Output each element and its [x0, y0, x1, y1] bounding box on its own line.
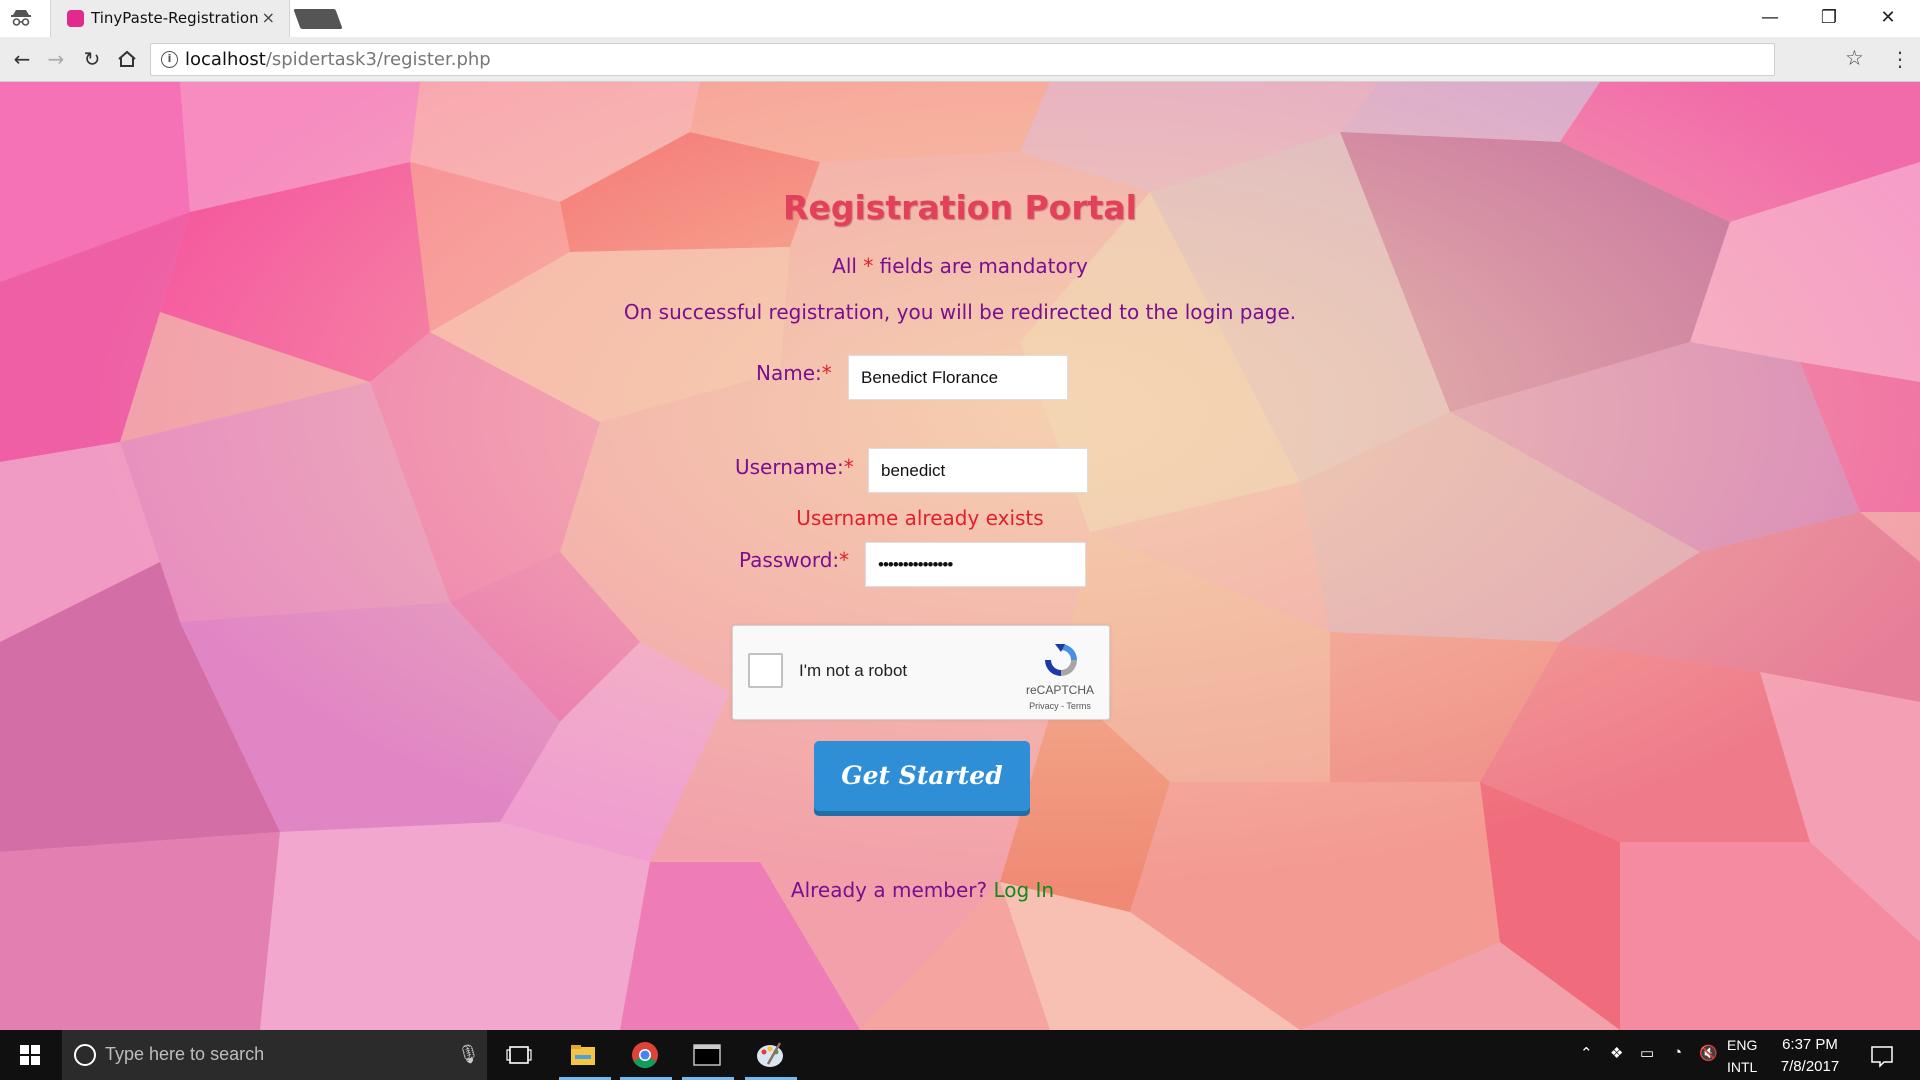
mandatory-star: * — [863, 254, 874, 278]
recaptcha-logo-icon — [1045, 644, 1077, 676]
url-path: /spidertask3/register.php — [265, 49, 491, 70]
reload-icon[interactable]: ↻ — [80, 47, 104, 71]
username-label-text: Username: — [735, 455, 844, 479]
recaptcha-privacy-terms[interactable]: Privacy - Terms — [1025, 701, 1095, 711]
name-label: Name:* — [756, 361, 832, 385]
bookmark-star-icon[interactable]: ☆ — [1845, 46, 1864, 70]
mandatory-note-suffix: fields are mandatory — [873, 254, 1088, 278]
recaptcha-widget: I'm not a robot reCAPTCHA Privacy - Term… — [732, 625, 1110, 720]
name-label-text: Name: — [756, 361, 822, 385]
username-label: Username:* — [735, 455, 854, 479]
get-started-button[interactable]: Get Started — [814, 741, 1030, 811]
recaptcha-checkbox[interactable] — [748, 653, 783, 688]
url-host: localhost — [185, 49, 266, 70]
password-required-marker: * — [839, 548, 850, 572]
site-favicon-icon — [67, 10, 84, 27]
browser-tab-bar: TinyPaste-Registration × — ❐ ✕ — [0, 0, 1920, 37]
recaptcha-brand: reCAPTCHA — [1025, 683, 1094, 697]
registration-page: Registration Portal All * fields are man… — [0, 82, 1920, 1030]
browser-tab[interactable]: TinyPaste-Registration × — [50, 0, 290, 37]
recaptcha-label: I'm not a robot — [799, 661, 908, 680]
task-view-icon[interactable] — [500, 1038, 540, 1072]
clock-date: 7/8/2017 — [1780, 1058, 1840, 1075]
volume-muted-icon[interactable]: 🔇 — [1699, 1044, 1718, 1062]
paint-icon[interactable] — [750, 1038, 790, 1072]
incognito-icon — [11, 10, 31, 26]
wifi-icon[interactable]: ◔ — [1673, 1044, 1682, 1061]
taskbar-search-placeholder: Type here to search — [105, 1044, 265, 1064]
keyboard-layout: INTL — [1727, 1059, 1758, 1075]
member-prompt-text: Already a member? — [790, 878, 994, 902]
site-info-icon[interactable]: i — [161, 51, 178, 68]
windows-start-icon[interactable] — [20, 1045, 40, 1065]
taskbar-clock[interactable]: 6:37 PM 7/8/2017 — [1760, 1034, 1860, 1078]
language-code: ENG — [1727, 1037, 1758, 1053]
address-bar[interactable]: i localhost/spidertask3/register.php — [150, 43, 1775, 76]
login-link[interactable]: Log In — [993, 878, 1054, 902]
new-tab-button[interactable] — [293, 9, 343, 29]
microphone-icon[interactable]: 🎙 — [457, 1044, 480, 1065]
browser-toolbar: ← → ↻ i localhost/spidertask3/register.p… — [0, 37, 1920, 82]
page-title: Registration Portal — [783, 188, 1137, 227]
restore-button[interactable]: ❐ — [1811, 4, 1847, 32]
back-arrow-icon[interactable]: ← — [10, 47, 34, 71]
minimize-button[interactable]: — — [1752, 4, 1788, 32]
password-label: Password:* — [739, 548, 849, 572]
cortana-icon — [74, 1044, 96, 1066]
dropbox-icon[interactable]: ❖ — [1610, 1044, 1623, 1062]
url-text: localhost/spidertask3/register.php — [185, 49, 491, 70]
windows-taskbar: Type here to search 🎙 ⌃ ❖ ▭ ◔ 🔇 ENG INTL… — [0, 1030, 1920, 1080]
password-field[interactable]: ••••••••••••••• — [865, 542, 1086, 587]
mandatory-note: All * fields are mandatory — [0, 254, 1920, 278]
username-field[interactable]: benedict — [868, 448, 1088, 493]
clock-time: 6:37 PM — [1782, 1036, 1838, 1053]
close-window-button[interactable]: ✕ — [1870, 4, 1906, 32]
file-explorer-icon[interactable] — [563, 1038, 603, 1072]
mandatory-note-prefix: All — [832, 254, 864, 278]
home-icon[interactable] — [115, 47, 139, 71]
username-error-message: Username already exists — [796, 506, 1044, 530]
tray-chevron-icon[interactable]: ⌃ — [1580, 1044, 1593, 1062]
password-label-text: Password: — [739, 548, 840, 572]
redirect-note: On successful registration, you will be … — [623, 300, 1297, 324]
taskbar-search-box[interactable]: Type here to search 🎙 — [62, 1030, 487, 1080]
chrome-icon[interactable] — [625, 1038, 665, 1072]
name-required-marker: * — [821, 361, 832, 385]
terminal-icon[interactable] — [687, 1038, 727, 1072]
tab-title: TinyPaste-Registration — [91, 9, 259, 27]
language-indicator[interactable]: ENG INTL — [1727, 1034, 1757, 1078]
battery-icon[interactable]: ▭ — [1640, 1044, 1654, 1062]
menu-kebab-icon[interactable]: ⋮ — [1890, 47, 1910, 71]
action-center-icon[interactable] — [1862, 1038, 1902, 1072]
tab-close-icon[interactable]: × — [262, 8, 275, 27]
username-required-marker: * — [843, 455, 854, 479]
forward-arrow-icon[interactable]: → — [44, 47, 68, 71]
name-field[interactable]: Benedict Florance — [848, 355, 1068, 400]
login-prompt: Already a member? Log In — [0, 878, 1845, 902]
